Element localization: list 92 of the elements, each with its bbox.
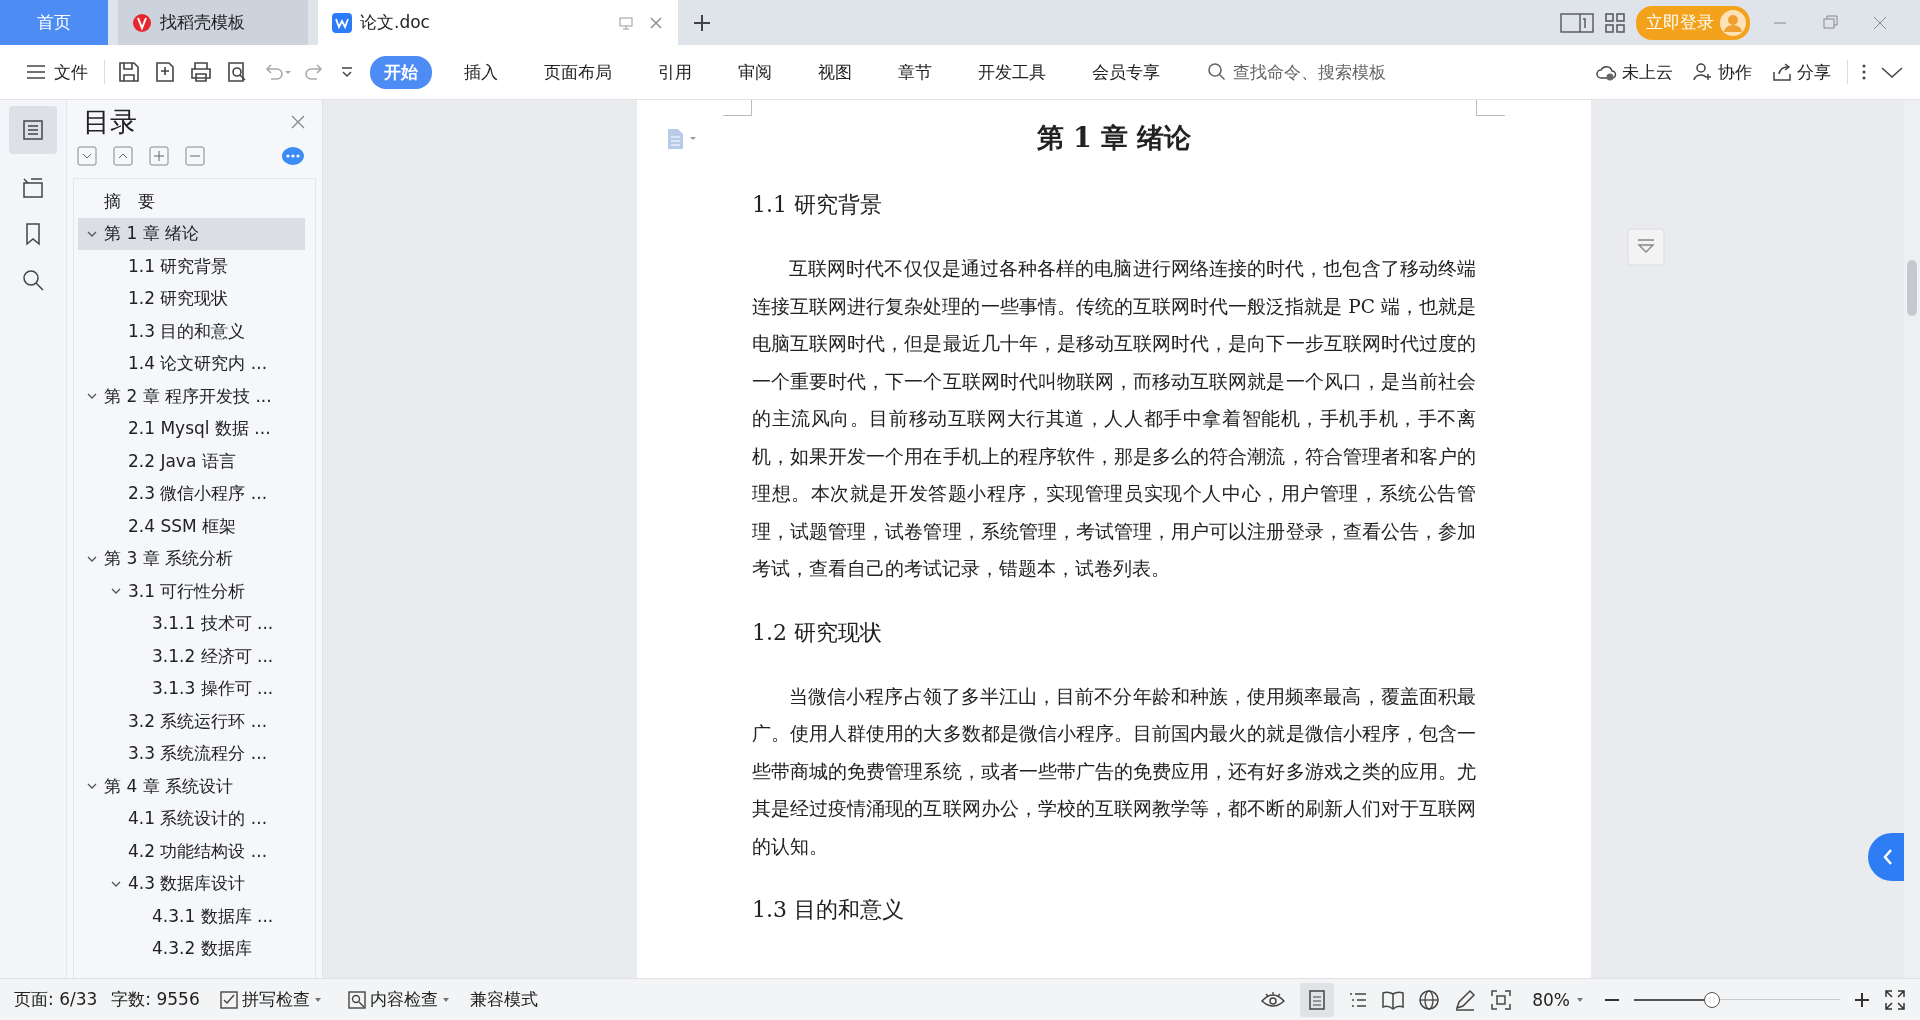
toc-item[interactable]: 第 2 章 程序开发技 ... (78, 380, 305, 413)
check-icon (219, 990, 238, 1009)
file-menu[interactable]: 文件 (22, 56, 92, 88)
panel-title: 目录 (83, 105, 137, 139)
assistant-icon[interactable] (282, 146, 304, 166)
toc-item[interactable]: 3.1 可行性分析 (78, 575, 305, 608)
ribbon-tab[interactable]: 引用 (644, 55, 706, 89)
eye-icon[interactable] (1260, 989, 1287, 1010)
avatar-icon (1720, 9, 1746, 36)
zoom-in-icon[interactable] (1854, 991, 1870, 1008)
toc-item[interactable]: 摘 要 (78, 185, 305, 218)
search-icon (1207, 62, 1227, 82)
fullscreen-icon[interactable] (1884, 988, 1906, 1011)
globe-icon[interactable] (1418, 988, 1441, 1011)
toolbar-action[interactable]: 分享 (1768, 56, 1835, 88)
toc-item[interactable]: 第 4 章 系统设计 (78, 770, 305, 803)
caret-icon (313, 995, 322, 1004)
caret-icon (1576, 995, 1584, 1004)
word-count: 字数: 9556 (111, 988, 200, 1011)
dropdown-icon[interactable] (339, 64, 355, 80)
compat-mode: 兼容模式 (469, 988, 538, 1011)
document-tab[interactable]: 论文.doc (318, 0, 678, 45)
body-paragraph: 互联网时代不仅仅是通过各种各样的电脑进行网络连接的时代，也包含了移动终端连接互联网进行复杂处理的一些事情。传统的互联网时代一般泛指就是 PC 端，也就是电脑互联网时代，但是最近几十年，是移动互联网时代，是向下一步互联网时代过度的一个重要时代，下一个互联网时代叫物联网，而移动互联网就是一个风口，是当前社会的主流风向。目前移动互联网大行其道，人人都手中拿着智能机，手机手机，手不离机，如果开发一个用在手机上的程序软件，那是多么的符合潮流，符合管理者和客户的理想。本次就是开发答题小程序，实现管理员实现个人中心，用户管理，系统公告管理，试题管理，试卷管理，系统管理，考试管理，用户可以注册登录，查看公告，参加考试，查看自己的考试记录，错题本，试卷列表。 (752, 257, 1476, 581)
print-icon[interactable] (189, 60, 213, 84)
zoom-dropdown[interactable]: 80% (1526, 988, 1590, 1011)
pen-icon[interactable] (1454, 988, 1477, 1011)
toc-item[interactable]: 3.1.1 技术可 ... (78, 607, 305, 640)
toc-item[interactable]: 2.3 微信小程序 ... (78, 477, 305, 510)
toc-item[interactable]: 4.3.2 数据库 (78, 932, 305, 965)
fit-page-icon[interactable] (1490, 988, 1513, 1011)
toc-item[interactable]: 3.3 系统流程分 ... (78, 737, 305, 770)
toc-item[interactable]: 1.1 研究背景 (78, 250, 305, 283)
new-tab-icon[interactable] (692, 12, 712, 33)
inspect-icon (347, 990, 366, 1009)
toc-item[interactable]: 2.4 SSM 框架 (78, 510, 305, 543)
body-paragraph: 当微信小程序占领了多半江山，目前不分年龄和种族，使用频率最高，覆盖面积最广。使用人群使用的大多数都是微信小程序。目前国内最火的就是微信小程序，包含一些带商城的免费管理系统，或者一些带广告的免费应用，还有好多游戏之类的应用。尤其是经过疫情涌现的互联网办公，学校的互联网教学等，都不断的刷新人们对于互联网的认知。 (752, 684, 1476, 859)
ribbon-tab[interactable]: 会员专享 (1078, 55, 1174, 89)
page-count: 页面: 6/33 (14, 988, 98, 1011)
page-icon (1307, 989, 1328, 1010)
section-heading: 1.1 研究背景 (752, 191, 883, 219)
ribbon-tab[interactable]: 审阅 (724, 55, 786, 89)
toc-item[interactable]: 3.1.3 操作可 ... (78, 672, 305, 705)
close-icon[interactable] (290, 114, 306, 130)
toc-item[interactable]: 2.1 Mysql 数据 ... (78, 412, 305, 445)
toc-item[interactable]: 4.1 系统设计的 ... (78, 802, 305, 835)
toc-item[interactable]: 4.2 功能结构设 ... (78, 835, 305, 868)
export-icon[interactable] (153, 60, 177, 84)
toc-item[interactable]: 1.3 目的和意义 (78, 315, 305, 348)
ribbon-tab[interactable]: 章节 (884, 55, 946, 89)
spell-check-button[interactable]: 拼写检查 (213, 987, 328, 1012)
toc-item[interactable]: 1.2 研究现状 (78, 282, 305, 315)
caret-icon (441, 995, 450, 1004)
page-view-button[interactable] (1300, 982, 1335, 1017)
toc-item[interactable]: 4.3 数据库设计 (78, 867, 305, 900)
crop-mark (1476, 100, 1505, 116)
chapter-heading: 第 1 章 绪论 (1035, 121, 1193, 155)
side-panel-toggle[interactable] (1868, 833, 1904, 881)
toc-item[interactable]: 3.1.2 经济可 ... (78, 640, 305, 673)
book-icon[interactable] (1382, 989, 1405, 1010)
grid-icon[interactable] (1604, 11, 1626, 34)
document-tab[interactable]: 找稻壳模板 (118, 0, 308, 45)
toc-item[interactable]: 第 3 章 系统分析 (78, 542, 305, 575)
toolbar-action[interactable]: 协作 (1689, 56, 1756, 88)
search-field[interactable]: 查找命令、搜索模板 (1207, 61, 1435, 83)
logo-icon (132, 12, 152, 33)
more-icon[interactable] (1860, 62, 1868, 82)
crop-mark (723, 100, 752, 116)
toolbar-action[interactable]: 未上云 (1591, 56, 1677, 88)
writer-icon (332, 12, 352, 33)
ribbon-tab[interactable]: 页面布局 (530, 55, 626, 89)
menu-icon (26, 64, 46, 80)
ribbon-tab[interactable]: 视图 (804, 55, 866, 89)
toc-item[interactable]: 4.3.1 数据库 ... (78, 900, 305, 933)
layout-icon[interactable] (1560, 11, 1594, 34)
list-icon (22, 119, 44, 141)
content-check-button[interactable]: 内容检查 (341, 987, 456, 1012)
share-icon (1772, 62, 1792, 82)
section-heading: 1.3 目的和意义 (752, 896, 905, 924)
toc-item[interactable]: 2.2 Java 语言 (78, 445, 305, 478)
ribbon-tab[interactable]: 开发工具 (964, 55, 1060, 89)
outline-button[interactable] (9, 106, 57, 154)
toc-item[interactable]: 3.2 系统运行环 ... (78, 705, 305, 738)
user-add-icon (1693, 62, 1713, 82)
toc-item[interactable]: 第 1 章 绪论 (78, 217, 305, 250)
section-heading: 1.2 研究现状 (752, 618, 883, 647)
slider-thumb[interactable] (1704, 991, 1721, 1008)
search-icon[interactable] (21, 268, 45, 292)
save-icon[interactable] (117, 60, 141, 84)
ribbon-tab[interactable]: 插入 (450, 55, 512, 89)
navigation-icon[interactable] (21, 176, 45, 200)
toc-item[interactable]: 1.4 论文研究内 ... (78, 347, 305, 380)
scrollbar[interactable] (1904, 100, 1920, 978)
